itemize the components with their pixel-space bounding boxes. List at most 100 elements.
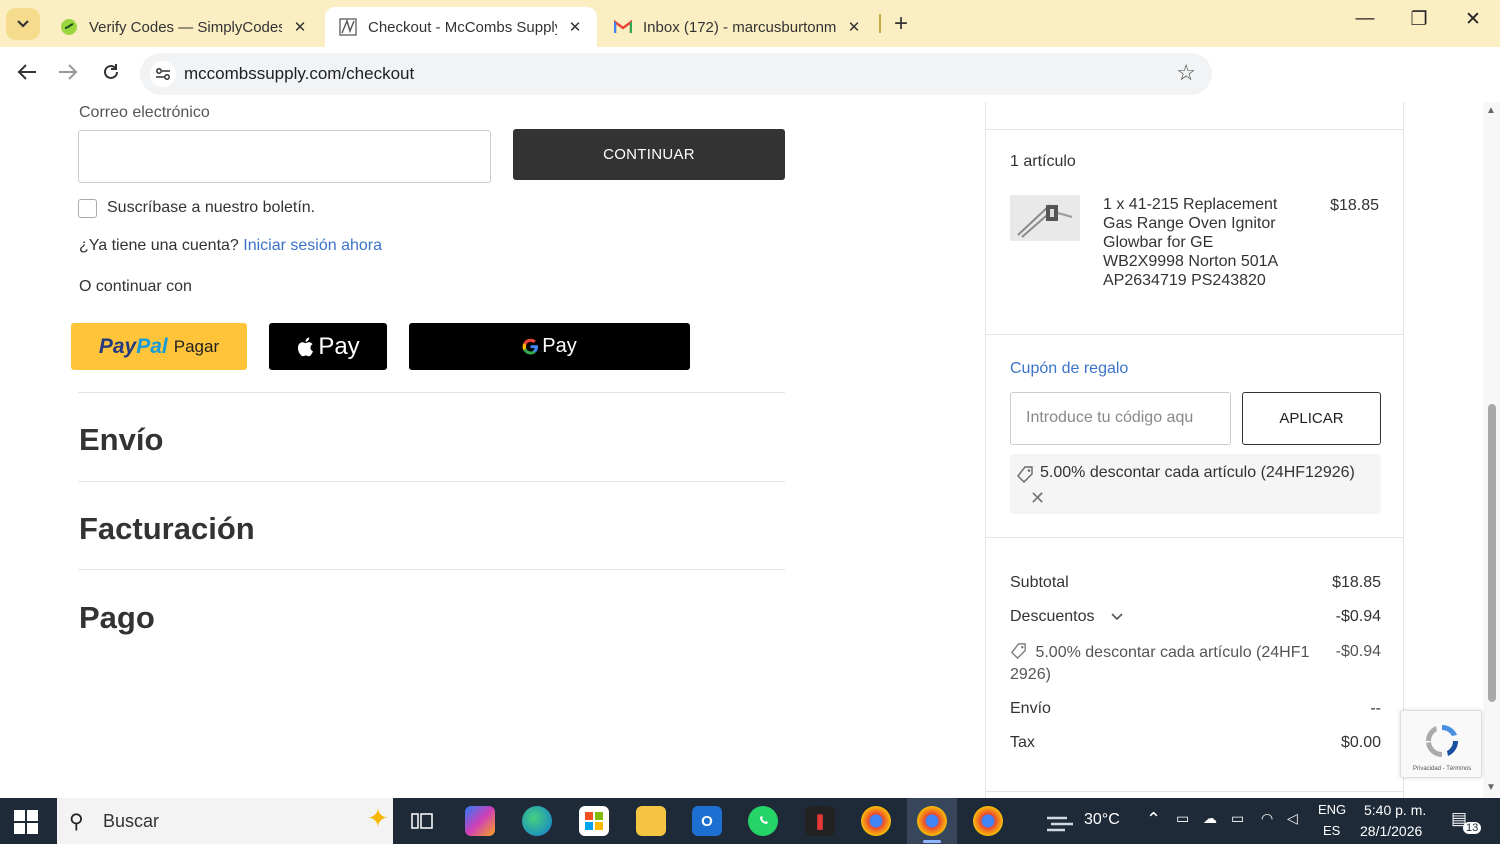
tag-icon [1011,643,1026,660]
product-price: $18.85 [1330,197,1379,214]
paypal-action: Pagar [173,336,220,356]
clock-time[interactable]: 5:40 p. m. [1364,802,1426,818]
paypal-button[interactable]: Pay Pal Pagar [71,323,247,370]
minimize-button[interactable]: — [1345,8,1385,30]
back-button[interactable] [12,61,42,87]
taskbar-search[interactable]: ⚲ Buscar ✦ [57,798,393,844]
tab-close-icon[interactable]: ✕ [565,18,585,36]
scroll-thumb[interactable] [1488,404,1496,702]
email-label: Correo electrónico [79,104,210,121]
shipping-value: -- [1370,700,1381,717]
newsletter-checkbox[interactable] [78,199,97,218]
volume-icon[interactable]: ◁ [1287,810,1298,827]
battery-icon[interactable]: ▭ [1231,810,1244,827]
scroll-down-icon[interactable]: ▼ [1486,782,1496,793]
product-name: 1 x 41-215 Replacement Gas Range Oven Ig… [1103,196,1278,289]
or-continue-with: O continuar con [79,278,192,295]
section-payment[interactable]: Pago [79,600,155,636]
onedrive-icon[interactable]: ☁ [1203,810,1217,827]
tab-close-icon[interactable]: ✕ [290,18,310,36]
reload-icon [104,64,118,79]
order-summary: 1 artículo 1 x 41-215 Replacement Gas Ra… [985,102,1404,798]
windows-start-icon[interactable] [14,810,38,834]
section-divider [78,481,785,482]
reload-button[interactable] [96,61,126,87]
recaptcha-logo-icon [1425,724,1459,758]
section-billing[interactable]: Facturación [79,511,255,547]
remove-coupon-icon[interactable]: ✕ [1030,488,1045,509]
paypal-logo-pal: Pal [136,334,168,358]
meet-icon[interactable]: ▭ [1176,810,1189,827]
tab-simplycodes[interactable]: Verify Codes — SimplyCodes ✕ [46,7,322,47]
language-secondary[interactable]: ES [1323,823,1340,838]
file-explorer-icon[interactable] [636,806,666,836]
continue-button[interactable]: CONTINUAR [513,129,785,180]
copilot-app-icon[interactable] [465,806,495,836]
apply-coupon-button[interactable]: APLICAR [1242,392,1381,445]
chrome-profile-n-icon[interactable] [973,806,1003,836]
page-scrollbar[interactable]: ▲ ▼ [1483,102,1500,798]
coupon-title: Cupón de regalo [1010,360,1129,377]
shipping-row: Envío -- [1010,700,1381,718]
coupon-code-input[interactable]: Introduce tu código aqu [1010,392,1231,445]
chrome-profile-m-icon[interactable] [917,806,947,836]
section-shipping[interactable]: Envío [79,422,163,458]
tab-checkout[interactable]: Checkout - McCombs Supply C ✕ [325,7,597,47]
applied-coupon-text: 5.00% descontar cada artículo (24HF12926… [1040,464,1355,481]
chevron-down-icon[interactable] [1111,613,1123,621]
tab-search-button[interactable] [6,8,40,40]
tab-close-icon[interactable]: ✕ [844,18,864,36]
login-link[interactable]: Iniciar sesión ahora [243,237,382,254]
task-view-icon[interactable] [407,806,437,836]
forward-button[interactable] [53,61,83,87]
edge-browser-icon[interactable] [522,806,552,836]
tray-overflow-icon[interactable]: ⌃ [1146,809,1161,830]
app-red-icon[interactable]: ❚ [805,806,835,836]
restore-button[interactable]: ❐ [1399,8,1439,31]
checkout-page: Correo electrónico CONTINUAR Suscríbase … [0,102,1500,798]
tab-strip: Verify Codes — SimplyCodes ✕ Checkout - … [0,0,1500,47]
bookmark-star-icon[interactable]: ☆ [1176,60,1196,86]
outlook-icon[interactable]: O [692,806,722,836]
paypal-logo-pay: Pay [98,334,137,358]
whatsapp-icon[interactable] [748,806,778,836]
apple-logo-icon [298,337,314,356]
discounts-row[interactable]: Descuentos -$0.94 [1010,608,1381,626]
microsoft-store-icon[interactable] [579,806,609,836]
url-text: mccombssupply.com/checkout [184,64,415,83]
email-field[interactable] [78,130,491,183]
language-primary[interactable]: ENG [1318,802,1346,817]
google-pay-button[interactable]: Pay [409,323,690,370]
clock-date[interactable]: 28/1/2026 [1360,823,1422,839]
section-divider [78,569,785,570]
tab-title: Verify Codes — SimplyCodes [89,18,282,36]
wifi-icon[interactable]: ◠ [1261,810,1273,827]
discount-detail-value: -$0.94 [1335,643,1381,660]
subtotal-value: $18.85 [1332,574,1381,591]
apple-pay-button[interactable]: Pay [269,323,387,370]
address-bar[interactable]: mccombssupply.com/checkout ☆ [140,53,1212,95]
scroll-up-icon[interactable]: ▲ [1486,105,1496,116]
notifications-count: 13 [1463,822,1482,834]
summary-divider [986,537,1404,538]
account-prompt: ¿Ya tiene una cuenta? [79,237,239,254]
gmail-favicon-icon [614,18,632,36]
discounts-value: -$0.94 [1335,608,1381,625]
chrome-profile-a-icon[interactable] [861,806,891,836]
browser-toolbar: mccombssupply.com/checkout ☆ U 10 M ⋮ [0,47,1500,133]
summary-divider [986,791,1404,792]
newsletter-label: Suscríbase a nuestro boletín. [107,199,316,216]
search-icon: ⚲ [69,811,84,833]
tab-gmail[interactable]: Inbox (172) - marcusburtonma ✕ [600,7,876,47]
section-divider [78,392,785,393]
product-thumbnail [1010,195,1080,241]
close-window-button[interactable]: ✕ [1453,8,1493,31]
new-tab-button[interactable]: + [888,10,914,38]
tax-value: $0.00 [1340,734,1381,751]
site-info-icon[interactable] [150,61,176,87]
recaptcha-links[interactable]: Privacidad - Términos [1413,766,1471,772]
weather-icon[interactable] [1045,810,1075,832]
google-pay-label: Pay [542,335,577,357]
recaptcha-badge[interactable]: Privacidad - Términos [1400,710,1482,778]
summary-divider [986,334,1404,335]
